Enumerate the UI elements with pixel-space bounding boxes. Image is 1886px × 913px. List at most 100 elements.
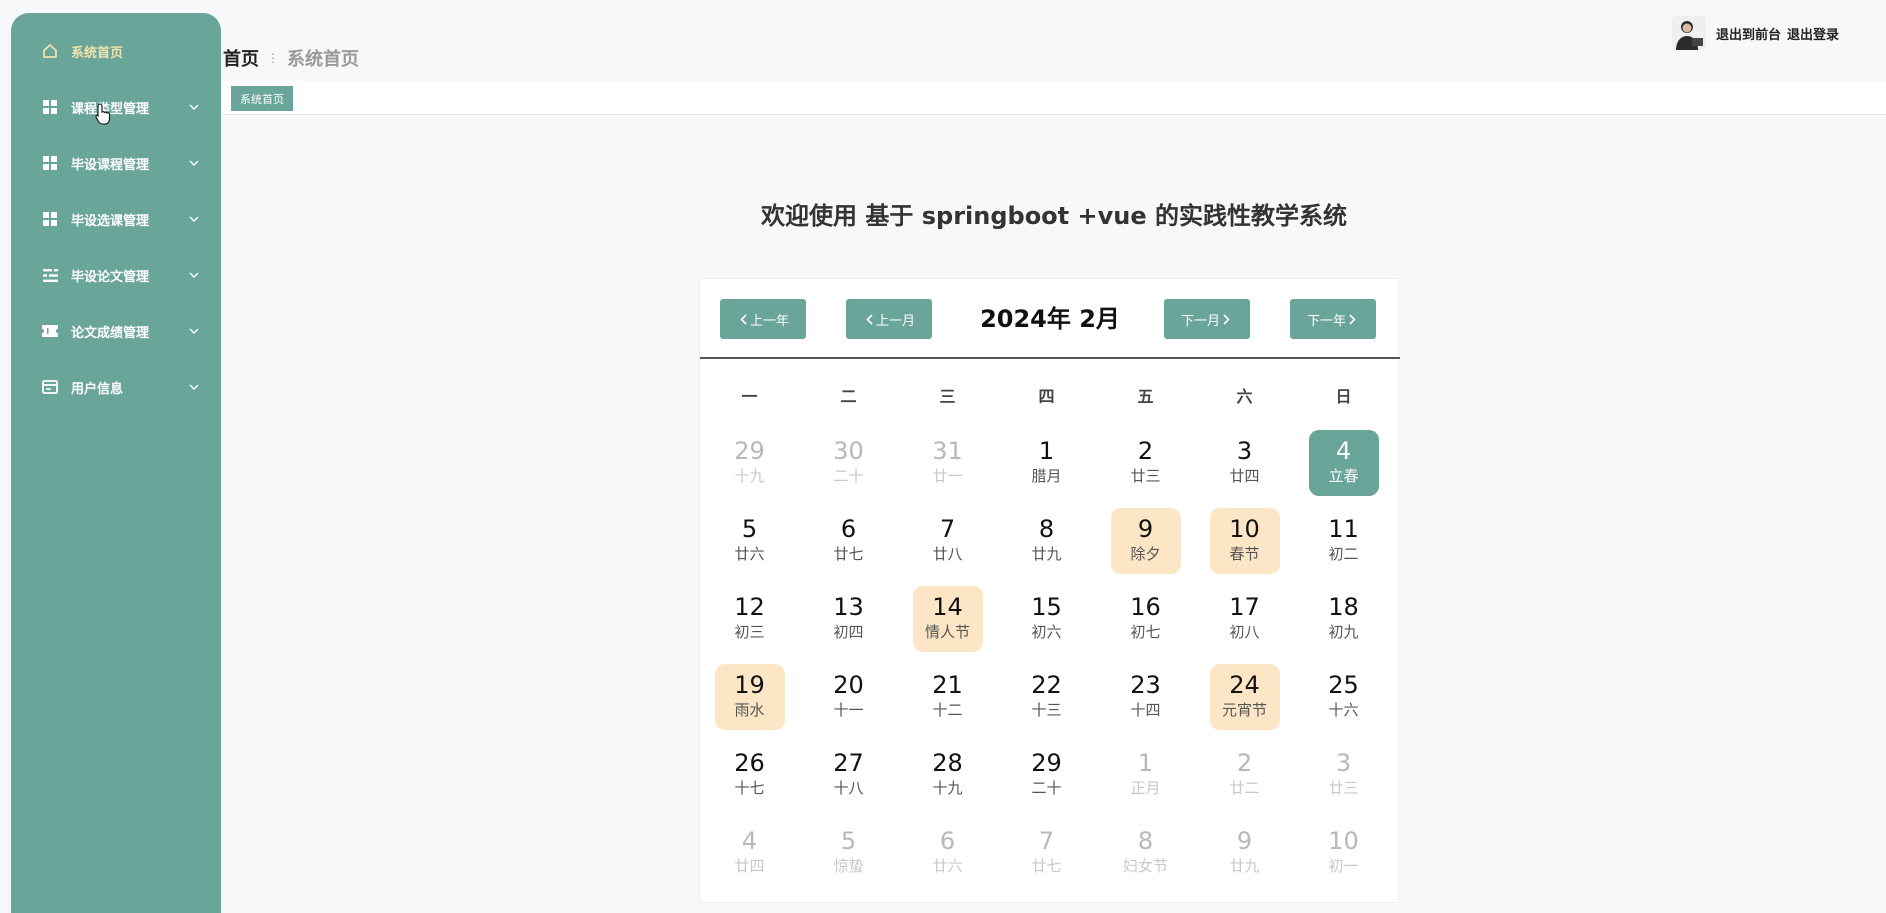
day-number: 2 xyxy=(1236,749,1253,777)
calendar-day[interactable]: 2 廿三 xyxy=(1111,430,1181,496)
calendar-day[interactable]: 24 元宵节 xyxy=(1209,664,1280,730)
calendar-day[interactable]: 2 廿二 xyxy=(1210,742,1280,808)
day-lunar-label: 廿九 xyxy=(1229,857,1260,875)
calendar-day[interactable]: 8 廿九 xyxy=(1012,508,1082,574)
calendar-day[interactable]: 5 惊蛰 xyxy=(814,820,884,886)
calendar-day[interactable]: 7 廿八 xyxy=(913,508,983,574)
calendar-day[interactable]: 18 初九 xyxy=(1309,586,1379,652)
day-lunar-label: 初八 xyxy=(1229,623,1260,641)
calendar-day[interactable]: 26 十七 xyxy=(715,742,785,808)
weekday-label: 五 xyxy=(1137,387,1154,406)
day-lunar-label: 初四 xyxy=(833,623,864,641)
calendar-day[interactable]: 9 除夕 xyxy=(1110,508,1181,574)
prev-month-button[interactable]: 上一月 xyxy=(846,299,932,339)
calendar-day[interactable]: 14 情人节 xyxy=(912,586,983,652)
calendar-day[interactable]: 10 春节 xyxy=(1209,508,1280,574)
day-number: 21 xyxy=(932,671,963,699)
calendar-day[interactable]: 29 二十 xyxy=(1012,742,1082,808)
day-lunar-label: 廿九 xyxy=(1031,545,1062,563)
calendar-day[interactable]: 20 十一 xyxy=(814,664,884,730)
calendar-day[interactable]: 5 廿六 xyxy=(715,508,785,574)
day-number: 31 xyxy=(932,437,963,465)
home-icon xyxy=(41,42,59,60)
calendar-day[interactable]: 12 初三 xyxy=(715,586,785,652)
next-year-button[interactable]: 下一年 xyxy=(1290,299,1376,339)
day-lunar-label: 廿六 xyxy=(932,857,963,875)
tabs-bar: 系统首页 xyxy=(222,81,1886,115)
chevron-left-icon xyxy=(866,313,873,325)
sidebar-item-home[interactable]: 系统首页 xyxy=(11,29,221,73)
grid-icon xyxy=(41,98,59,116)
logout-link[interactable]: 退出登录 xyxy=(1787,24,1839,43)
day-lunar-label: 廿七 xyxy=(833,545,864,563)
calendar-day[interactable]: 16 初七 xyxy=(1111,586,1181,652)
day-number: 4 xyxy=(741,827,758,855)
day-lunar-label: 元宵节 xyxy=(1221,701,1267,719)
calendar-day[interactable]: 4 立春 xyxy=(1308,430,1379,496)
day-number: 16 xyxy=(1130,593,1161,621)
sidebar-item-thesis[interactable]: 毕设论文管理 xyxy=(11,253,221,297)
calendar-day[interactable]: 6 廿七 xyxy=(814,508,884,574)
sidebar-item-thesis-score[interactable]: 论文成绩管理 xyxy=(11,309,221,353)
calendar-day[interactable]: 10 初一 xyxy=(1309,820,1379,886)
calendar-day[interactable]: 30 二十 xyxy=(814,430,884,496)
tab-home[interactable]: 系统首页 xyxy=(231,86,293,111)
breadcrumb: 首页 ⋮ 系统首页 xyxy=(223,44,359,72)
calendar-day[interactable]: 27 十八 xyxy=(814,742,884,808)
calendar-day[interactable]: 8 妇女节 xyxy=(1111,820,1181,886)
calendar-day[interactable]: 9 廿九 xyxy=(1210,820,1280,886)
calendar-day[interactable]: 21 十二 xyxy=(913,664,983,730)
calendar-day[interactable]: 29 十九 xyxy=(715,430,785,496)
sliders-icon xyxy=(41,266,59,284)
ticket-icon xyxy=(41,322,59,340)
calendar-day[interactable]: 3 廿四 xyxy=(1210,430,1280,496)
day-lunar-label: 廿四 xyxy=(1229,467,1260,485)
day-number: 22 xyxy=(1031,671,1062,699)
calendar-day[interactable]: 23 十四 xyxy=(1111,664,1181,730)
day-number: 7 xyxy=(1038,827,1055,855)
sidebar-item-user-info[interactable]: 用户信息 xyxy=(11,365,221,409)
day-lunar-label: 二十 xyxy=(1031,779,1062,797)
calendar-day[interactable]: 11 初二 xyxy=(1309,508,1379,574)
calendar-day[interactable]: 31 廿一 xyxy=(913,430,983,496)
day-lunar-label: 初二 xyxy=(1328,545,1359,563)
day-number: 1 xyxy=(1038,437,1055,465)
chevron-down-icon xyxy=(187,100,201,114)
weekday-label: 日 xyxy=(1335,387,1352,406)
calendar-day[interactable]: 28 十九 xyxy=(913,742,983,808)
sidebar-item-course[interactable]: 毕设课程管理 xyxy=(11,141,221,185)
day-lunar-label: 廿八 xyxy=(932,545,963,563)
calendar-day[interactable]: 22 十三 xyxy=(1012,664,1082,730)
day-lunar-label: 腊月 xyxy=(1031,467,1062,485)
next-month-button[interactable]: 下一月 xyxy=(1164,299,1250,339)
chevron-down-icon xyxy=(187,212,201,226)
avatar[interactable] xyxy=(1672,16,1706,50)
breadcrumb-home[interactable]: 首页 xyxy=(223,45,259,71)
day-lunar-label: 初三 xyxy=(734,623,765,641)
calendar-day[interactable]: 25 十六 xyxy=(1309,664,1379,730)
welcome-title: 欢迎使用 基于 springboot +vue 的实践性教学系统 xyxy=(761,202,1347,230)
day-number: 8 xyxy=(1137,827,1154,855)
calendar-day[interactable]: 13 初四 xyxy=(814,586,884,652)
sidebar-item-course-type[interactable]: 课程类型管理 xyxy=(11,85,221,129)
sidebar-item-course-selection[interactable]: 毕设选课管理 xyxy=(11,197,221,241)
mouse-cursor-icon xyxy=(95,103,113,125)
calendar-day[interactable]: 17 初八 xyxy=(1210,586,1280,652)
day-lunar-label: 廿一 xyxy=(932,467,963,485)
calendar-day[interactable]: 6 廿六 xyxy=(913,820,983,886)
calendar-day[interactable]: 15 初六 xyxy=(1012,586,1082,652)
calendar-day[interactable]: 1 腊月 xyxy=(1012,430,1082,496)
front-link[interactable]: 退出到前台 xyxy=(1716,24,1781,43)
breadcrumb-current: 系统首页 xyxy=(287,49,359,70)
day-lunar-label: 廿六 xyxy=(734,545,765,563)
day-number: 25 xyxy=(1328,671,1359,699)
calendar-day[interactable]: 4 廿四 xyxy=(715,820,785,886)
calendar-day[interactable]: 19 雨水 xyxy=(714,664,785,730)
day-lunar-label: 十二 xyxy=(932,701,963,719)
calendar-day[interactable]: 1 正月 xyxy=(1111,742,1181,808)
day-number: 8 xyxy=(1038,515,1055,543)
prev-year-button[interactable]: 上一年 xyxy=(720,299,806,339)
calendar-day[interactable]: 3 廿三 xyxy=(1309,742,1379,808)
calendar-day[interactable]: 7 廿七 xyxy=(1012,820,1082,886)
day-number: 3 xyxy=(1236,437,1253,465)
